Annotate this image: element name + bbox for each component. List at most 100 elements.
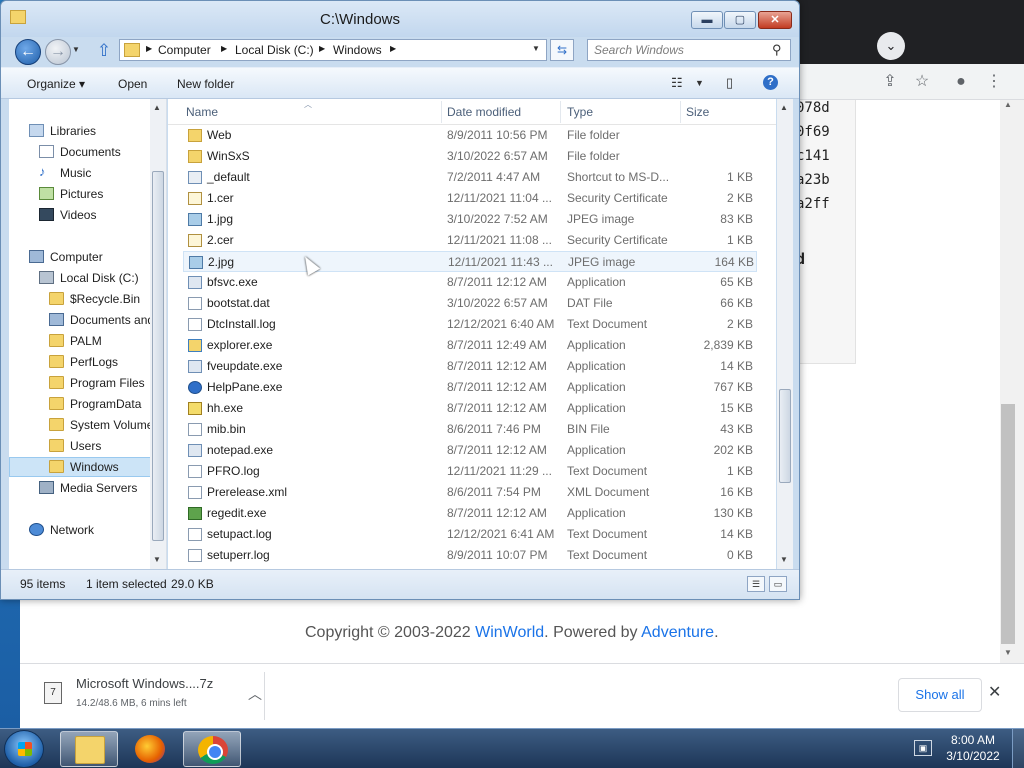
up-arrow-icon[interactable]: ⇧ xyxy=(94,40,114,62)
search-input[interactable]: Search Windows ⚲ xyxy=(587,39,791,61)
column-name[interactable]: Name xyxy=(186,105,218,119)
view-dropdown-icon[interactable]: ▼ xyxy=(695,78,704,88)
breadcrumb-computer[interactable]: Computer xyxy=(158,43,211,57)
file-row[interactable]: setuperr.log 8/9/2011 10:07 PM Text Docume… xyxy=(183,545,757,566)
file-row[interactable]: mib.bin 8/6/2011 7:46 PM BIN File 43 KB xyxy=(183,419,757,440)
page-scrollbar[interactable]: ▲ ▼ xyxy=(1000,100,1024,663)
nav-item-libraries[interactable]: Libraries xyxy=(9,121,151,141)
organize-menu[interactable]: Organize ▾ xyxy=(27,77,85,91)
menu-kebab-icon[interactable]: ⋮ xyxy=(982,70,1006,94)
close-button[interactable]: ✕ xyxy=(758,11,792,29)
file-row[interactable]: hh.exe 8/7/2011 12:12 AM Application 15 KB xyxy=(183,398,757,419)
nav-item-documents[interactable]: Documents xyxy=(9,142,151,162)
breadcrumb-arrow-icon[interactable]: ▶ xyxy=(390,44,396,53)
nav-item-palm[interactable]: PALM xyxy=(9,331,151,351)
start-button[interactable] xyxy=(4,730,44,768)
refresh-icon[interactable]: ⇆ xyxy=(550,39,574,61)
column-type[interactable]: Type xyxy=(567,105,593,119)
breadcrumb-windows[interactable]: Windows xyxy=(333,43,382,57)
file-row[interactable]: 2.cer 12/11/2021 11:08 ... Security Certif… xyxy=(183,230,757,251)
maximize-button[interactable]: ▢ xyxy=(724,11,756,29)
file-row[interactable]: notepad.exe 8/7/2011 12:12 AM Application 2… xyxy=(183,440,757,461)
breadcrumb-arrow-icon[interactable]: ▶ xyxy=(319,44,325,53)
nav-item-system-volume[interactable]: System Volume xyxy=(9,415,153,435)
file-row[interactable]: 1.jpg 3/10/2022 7:52 AM JPEG image 83 KB xyxy=(183,209,757,230)
column-divider[interactable] xyxy=(680,101,681,123)
help-icon[interactable]: ? xyxy=(763,75,778,90)
nav-scroll-thumb[interactable] xyxy=(152,171,164,541)
new-folder-button[interactable]: New folder xyxy=(177,77,234,91)
file-list-scrollbar[interactable]: ▲ ▼ xyxy=(777,99,793,569)
close-icon[interactable]: ✕ xyxy=(988,682,1001,702)
file-row[interactable]: bootstat.dat 3/10/2022 6:57 AM DAT File 66 … xyxy=(183,293,757,314)
details-view-icon[interactable]: ☰ xyxy=(747,576,765,592)
taskbar-explorer-button[interactable] xyxy=(60,731,118,767)
file-row[interactable]: HelpPane.exe 8/7/2011 12:12 AM Application… xyxy=(183,377,757,398)
system-clock[interactable]: 8:00 AM 3/10/2022 xyxy=(938,732,1008,764)
nav-item-users[interactable]: Users xyxy=(9,436,151,456)
file-row[interactable]: DtcInstall.log 12/12/2021 6:40 AM Text Doc… xyxy=(183,314,757,335)
forward-arrow-icon[interactable]: → xyxy=(45,39,71,65)
bookmark-star-icon[interactable]: ☆ xyxy=(910,70,934,94)
column-date-modified[interactable]: Date modified xyxy=(447,105,521,119)
nav-item-programdata[interactable]: ProgramData xyxy=(9,394,151,414)
column-divider[interactable] xyxy=(441,101,442,123)
address-bar[interactable]: ▶ Computer ▶ Local Disk (C:) ▶ Windows ▶… xyxy=(119,39,547,61)
nav-item-media-servers[interactable]: Media Servers xyxy=(9,478,151,498)
minimize-button[interactable]: ▬ xyxy=(691,11,723,29)
file-row[interactable]: Prerelease.xml 8/6/2011 7:54 PM XML Docume… xyxy=(183,482,757,503)
nav-item-documents-and-settings[interactable]: Documents and xyxy=(9,310,154,330)
taskbar-firefox-button[interactable] xyxy=(121,731,179,767)
scroll-up-arrow-icon[interactable]: ▲ xyxy=(1002,100,1014,112)
file-row[interactable]: regedit.exe 8/7/2011 12:12 AM Application 1… xyxy=(183,503,757,524)
show-desktop-button[interactable] xyxy=(1012,729,1024,768)
title-bar[interactable]: C:\Windows ▬ ▢ ✕ xyxy=(1,1,799,37)
adventure-link[interactable]: Adventure xyxy=(641,624,714,641)
nav-item-recycle-bin[interactable]: $Recycle.Bin xyxy=(9,289,151,309)
winworld-link[interactable]: WinWorld xyxy=(475,624,544,641)
file-row[interactable]: _default 7/2/2011 4:47 AM Shortcut to MS-D… xyxy=(183,167,757,188)
file-row[interactable]: bfsvc.exe 8/7/2011 12:12 AM Application 65 … xyxy=(183,272,757,293)
nav-item-videos[interactable]: Videos xyxy=(9,205,151,225)
column-divider[interactable] xyxy=(560,101,561,123)
network-tray-icon[interactable]: ▣ xyxy=(914,740,932,756)
nav-item-network[interactable]: Network xyxy=(9,520,151,540)
file-row[interactable]: fveupdate.exe 8/7/2011 12:12 AM Applicatio… xyxy=(183,356,757,377)
page-scroll-thumb[interactable] xyxy=(1001,404,1015,644)
breadcrumb-local-disk[interactable]: Local Disk (C:) xyxy=(235,43,314,57)
thumbnails-view-icon[interactable]: ▭ xyxy=(769,576,787,592)
file-row[interactable]: 2.jpg 12/11/2021 11:43 ... JPEG image 164 K… xyxy=(183,251,757,272)
breadcrumb-arrow-icon[interactable]: ▶ xyxy=(221,44,227,53)
share-icon[interactable]: ⇪ xyxy=(878,70,902,94)
file-list-scroll-thumb[interactable] xyxy=(779,389,791,483)
file-row[interactable]: WinSxS 3/10/2022 6:57 AM File folder xyxy=(183,146,757,167)
nav-item-local-disk[interactable]: Local Disk (C:) xyxy=(9,268,151,288)
chevron-up-icon[interactable]: ︿ xyxy=(248,684,262,704)
nav-item-windows[interactable]: Windows xyxy=(9,457,151,477)
breadcrumb-arrow-icon[interactable]: ▶ xyxy=(146,44,152,53)
search-icon[interactable]: ⚲ xyxy=(772,42,782,58)
back-arrow-icon[interactable]: ← xyxy=(15,39,41,65)
file-row[interactable]: setupact.log 12/12/2021 6:41 AM Text Docum… xyxy=(183,524,757,545)
address-dropdown-icon[interactable]: ▼ xyxy=(532,44,540,53)
scroll-up-arrow-icon[interactable]: ▲ xyxy=(153,103,161,112)
recent-pages-dropdown-icon[interactable]: ▼ xyxy=(72,45,80,54)
column-size[interactable]: Size xyxy=(686,105,709,119)
nav-item-pictures[interactable]: Pictures xyxy=(9,184,151,204)
file-row[interactable]: 1.cer 12/11/2021 11:04 ... Security Certif… xyxy=(183,188,757,209)
tab-search-chevron-icon[interactable]: ⌄ xyxy=(877,32,905,60)
taskbar-chrome-button[interactable] xyxy=(183,731,241,767)
nav-pane-scrollbar[interactable]: ▲ ▼ xyxy=(150,99,166,569)
profile-avatar-icon[interactable]: ● xyxy=(949,70,973,94)
change-view-icon[interactable]: ☷ xyxy=(671,75,683,91)
file-row[interactable]: PFRO.log 12/11/2021 11:29 ... Text Documen… xyxy=(183,461,757,482)
scroll-down-arrow-icon[interactable]: ▼ xyxy=(1002,648,1014,660)
nav-item-music[interactable]: ♪ Music xyxy=(9,163,151,183)
file-row[interactable]: Web 8/9/2011 10:56 PM File folder xyxy=(183,125,757,146)
nav-item-program-files[interactable]: Program Files xyxy=(9,373,151,393)
nav-item-computer[interactable]: Computer xyxy=(9,247,151,267)
download-item[interactable]: 7 Microsoft Windows....7z 14.2/48.6 MB, … xyxy=(38,674,264,720)
scroll-up-arrow-icon[interactable]: ▲ xyxy=(780,103,788,112)
scroll-down-arrow-icon[interactable]: ▼ xyxy=(780,555,788,564)
preview-pane-icon[interactable]: ▯ xyxy=(726,75,733,91)
